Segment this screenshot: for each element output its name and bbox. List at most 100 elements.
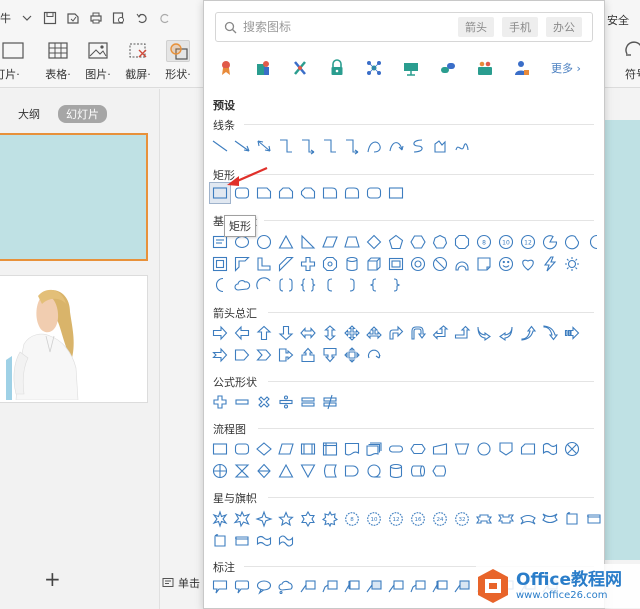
- shape-callBox-icon[interactable]: [363, 576, 385, 598]
- shape-au-icon[interactable]: [253, 322, 275, 344]
- tab-outline[interactable]: 大纲: [10, 105, 48, 123]
- shape-rect-icon[interactable]: [385, 182, 407, 204]
- redo-icon[interactable]: [158, 11, 172, 25]
- shape-plus-icon[interactable]: [297, 253, 319, 275]
- shape-rrect-icon[interactable]: [363, 182, 385, 204]
- shape-star5-icon[interactable]: [275, 508, 297, 530]
- shape-scrollH-icon[interactable]: [231, 530, 253, 552]
- shape-moon-icon[interactable]: [209, 274, 231, 296]
- shape-halfframe-icon[interactable]: [231, 253, 253, 275]
- shape-oct-icon[interactable]: [451, 231, 473, 253]
- shape-fconn-icon[interactable]: [473, 438, 495, 460]
- shape-acircle-icon[interactable]: [363, 344, 385, 366]
- shape-fextr-icon[interactable]: [275, 460, 297, 482]
- shape-arcline-icon[interactable]: [253, 274, 275, 296]
- notes-button[interactable]: 单击: [162, 575, 200, 591]
- shape-wave-icon[interactable]: [253, 530, 275, 552]
- shape-callRR-icon[interactable]: [231, 576, 253, 598]
- shape-lbrace-icon[interactable]: [363, 274, 385, 296]
- shape-hex-icon[interactable]: [407, 231, 429, 253]
- redo-file-icon[interactable]: [66, 11, 80, 25]
- shape-ad-icon[interactable]: [275, 322, 297, 344]
- shape-fsum-icon[interactable]: [561, 438, 583, 460]
- shape-cube-icon[interactable]: [363, 253, 385, 275]
- shape-fdec-icon[interactable]: [253, 438, 275, 460]
- tab-slides[interactable]: 幻灯片: [58, 105, 107, 123]
- shape-pie-icon[interactable]: [539, 231, 561, 253]
- shape-num10-icon[interactable]: 10: [495, 231, 517, 253]
- security-tab[interactable]: 安全: [607, 12, 629, 28]
- shape-acurvr-icon[interactable]: [473, 322, 495, 344]
- shape-dbrace-icon[interactable]: [297, 274, 319, 296]
- shape-ribbonD-icon[interactable]: [495, 508, 517, 530]
- shape-acallr-icon[interactable]: [275, 344, 297, 366]
- shape-alr-icon[interactable]: [297, 322, 319, 344]
- board-icon[interactable]: [403, 59, 419, 77]
- shape-callCloud-icon[interactable]: [275, 576, 297, 598]
- shape-curve-icon[interactable]: [363, 135, 385, 157]
- shape-callOval-icon[interactable]: [253, 576, 275, 598]
- shape-for-icon[interactable]: [209, 460, 231, 482]
- shape-ribbonU-icon[interactable]: [473, 508, 495, 530]
- tools-icon[interactable]: [292, 59, 308, 77]
- shape-elbow-icon[interactable]: [275, 135, 297, 157]
- shape-fdoc-icon[interactable]: [341, 438, 363, 460]
- shape-callLine-icon[interactable]: [385, 576, 407, 598]
- shape-trap-icon[interactable]: [341, 231, 363, 253]
- shape-arc-icon[interactable]: [451, 253, 473, 275]
- shape-fneq-icon[interactable]: [319, 391, 341, 413]
- shape-aquad-icon[interactable]: [341, 322, 363, 344]
- shape-fmulti-icon[interactable]: [363, 438, 385, 460]
- shape-aud-icon[interactable]: [319, 322, 341, 344]
- slide-thumbnail-2[interactable]: [0, 275, 148, 403]
- shape-callBox-icon[interactable]: [451, 576, 473, 598]
- shape-rtri-icon[interactable]: [297, 231, 319, 253]
- tag-arrow[interactable]: 箭头: [458, 17, 494, 37]
- shape-aleftup-icon[interactable]: [429, 322, 451, 344]
- shape-diagstripe-icon[interactable]: [275, 253, 297, 275]
- shape-abent-icon[interactable]: [385, 322, 407, 344]
- shape-exp-icon[interactable]: [209, 508, 231, 530]
- screenshot-button[interactable]: 截屏·: [118, 36, 158, 84]
- shape-fmag-icon[interactable]: [385, 460, 407, 482]
- shape-fint-icon[interactable]: [319, 438, 341, 460]
- shape-bolt-icon[interactable]: [539, 253, 561, 275]
- shape-fstore-icon[interactable]: [319, 460, 341, 482]
- shape-callLine2-icon[interactable]: [319, 576, 341, 598]
- shape-scrollV-icon[interactable]: [209, 530, 231, 552]
- shape-apent-icon[interactable]: [231, 344, 253, 366]
- shape-star16-icon[interactable]: 16: [407, 508, 429, 530]
- shape-ribbonCU-icon[interactable]: [517, 508, 539, 530]
- shape-elbowA-icon[interactable]: [297, 135, 319, 157]
- shape-nosign-icon[interactable]: [429, 253, 451, 275]
- shape-fseq-icon[interactable]: [363, 460, 385, 482]
- shape-alru-icon[interactable]: [363, 322, 385, 344]
- shape-fprep-icon[interactable]: [407, 438, 429, 460]
- shape-chord-icon[interactable]: [561, 231, 583, 253]
- shape-fpre-icon[interactable]: [297, 438, 319, 460]
- shape-aturn-icon[interactable]: [407, 322, 429, 344]
- shapes-button[interactable]: 形状·: [158, 36, 198, 84]
- shape-snip3-icon[interactable]: [297, 182, 319, 204]
- shape-star10-icon[interactable]: 10: [363, 508, 385, 530]
- shape-fcard-icon[interactable]: [517, 438, 539, 460]
- shape-lshape-icon[interactable]: [253, 253, 275, 275]
- shape-para-icon[interactable]: [319, 231, 341, 253]
- shape-octplus-icon[interactable]: [319, 253, 341, 275]
- shape-curveA-icon[interactable]: [385, 135, 407, 157]
- link-icon[interactable]: [440, 59, 456, 77]
- undo-icon[interactable]: [135, 11, 149, 25]
- shape-round1-icon[interactable]: [319, 182, 341, 204]
- print-preview-icon[interactable]: [112, 11, 126, 25]
- shape-num8-icon[interactable]: 8: [473, 231, 495, 253]
- symbol-label[interactable]: 符号: [625, 66, 640, 82]
- shape-acalld-icon[interactable]: [319, 344, 341, 366]
- shape-ftape-icon[interactable]: [539, 438, 561, 460]
- shape-freeform-icon[interactable]: [429, 135, 451, 157]
- lock-icon[interactable]: [329, 59, 345, 77]
- tag-phone[interactable]: 手机: [502, 17, 538, 37]
- shape-acallu-icon[interactable]: [297, 344, 319, 366]
- shape-callBar-icon[interactable]: [429, 576, 451, 598]
- network-icon[interactable]: [366, 59, 382, 77]
- shape-elbow-icon[interactable]: [319, 135, 341, 157]
